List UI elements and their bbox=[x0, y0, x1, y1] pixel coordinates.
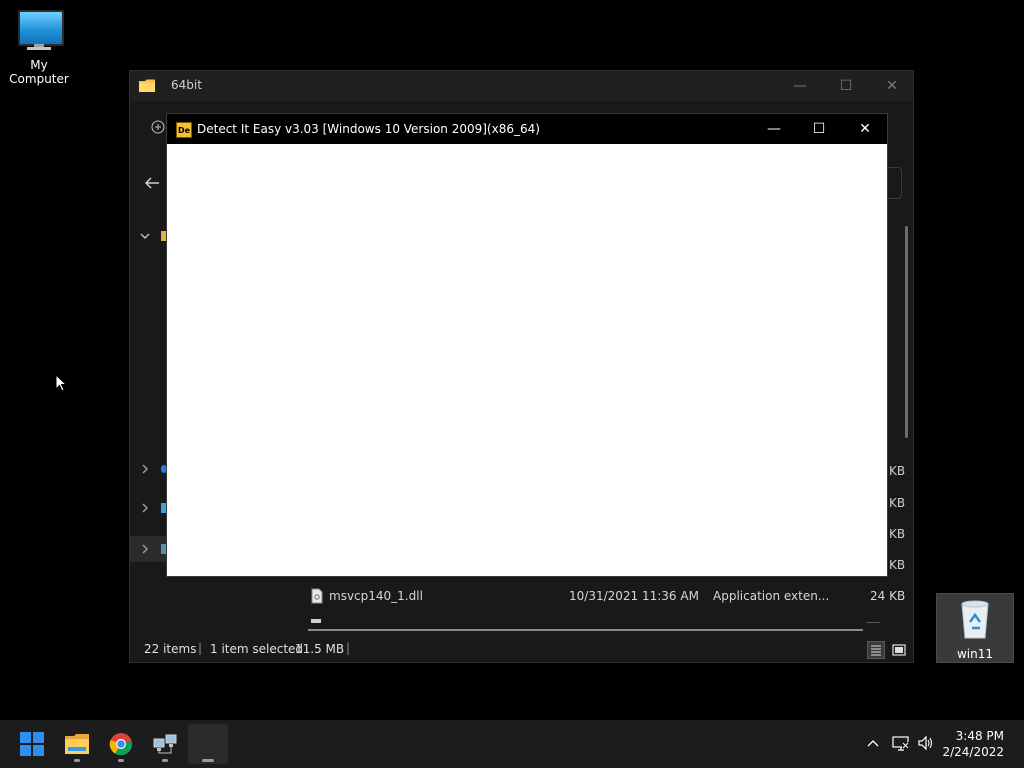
file-size: 24 KB bbox=[870, 589, 906, 603]
die-maximize-button[interactable]: ☐ bbox=[796, 114, 842, 144]
large-icons-view-icon bbox=[892, 644, 906, 656]
file-list-row[interactable]: msvcp140_1.dll 10/31/2021 11:36 AM Appli… bbox=[290, 586, 910, 608]
explorer-close-button[interactable]: ✕ bbox=[869, 71, 915, 101]
chevron-right-icon[interactable] bbox=[140, 502, 150, 514]
back-arrow-icon[interactable] bbox=[144, 176, 160, 190]
partial-size-1: KB bbox=[889, 464, 906, 478]
windows-logo-icon bbox=[20, 732, 44, 756]
chrome-icon bbox=[109, 733, 133, 756]
file-date: 10/31/2021 11:36 AM bbox=[569, 589, 699, 603]
network-computers-icon bbox=[153, 734, 177, 754]
recycle-bin-icon bbox=[961, 600, 989, 639]
taskbar-chrome[interactable] bbox=[101, 724, 141, 764]
explorer-minimize-button[interactable]: — bbox=[777, 71, 823, 101]
recycle-bin-label: win11 bbox=[956, 647, 994, 661]
my-computer-label: My Computer bbox=[9, 58, 69, 86]
die-close-button[interactable]: ✕ bbox=[842, 114, 888, 144]
horizontal-scrollbar[interactable] bbox=[308, 629, 863, 631]
die-minimize-button[interactable]: — bbox=[751, 114, 797, 144]
details-view-icon bbox=[871, 645, 881, 656]
partial-size-3: KB bbox=[889, 527, 906, 541]
taskbar-detect-it-easy[interactable] bbox=[188, 724, 228, 764]
die-window-title: Detect It Easy v3.03 [Windows 10 Version… bbox=[197, 122, 540, 136]
clock-date: 2/24/2022 bbox=[942, 745, 1004, 759]
chevron-right-icon[interactable] bbox=[140, 543, 150, 555]
taskbar-file-explorer[interactable] bbox=[57, 724, 97, 764]
sidebar-item-network[interactable] bbox=[130, 536, 167, 562]
file-type: Application exten... bbox=[713, 589, 830, 603]
die-app-icon: De bbox=[176, 122, 192, 138]
folder-icon bbox=[139, 79, 155, 92]
new-tab-icon[interactable] bbox=[151, 120, 165, 134]
die-title-bar[interactable]: De Detect It Easy v3.03 [Windows 10 Vers… bbox=[167, 114, 887, 144]
taskbar-network-app[interactable] bbox=[145, 724, 185, 764]
large-icons-view-button[interactable] bbox=[890, 641, 908, 659]
file-icon-partial bbox=[311, 619, 321, 623]
taskbar: 3:48 PM 2/24/2022 bbox=[0, 720, 1024, 768]
mouse-cursor-icon bbox=[55, 374, 67, 392]
partial-size-2: KB bbox=[889, 496, 906, 510]
chevron-down-icon[interactable] bbox=[139, 231, 151, 241]
network-status-icon[interactable] bbox=[892, 735, 910, 751]
explorer-maximize-button[interactable]: ☐ bbox=[823, 71, 869, 101]
partial-size-4: KB bbox=[889, 558, 906, 572]
taskbar-clock[interactable]: 3:48 PM 2/24/2022 bbox=[942, 728, 1004, 760]
clock-time: 3:48 PM bbox=[955, 729, 1004, 743]
status-bar: 22 items | 1 item selected 11.5 MB | bbox=[130, 638, 913, 662]
vertical-scrollbar[interactable] bbox=[905, 226, 908, 438]
start-button[interactable] bbox=[12, 724, 52, 764]
die-app-icon-text: De bbox=[177, 125, 191, 135]
status-selected: 1 item selected bbox=[210, 642, 304, 656]
monitor-icon bbox=[18, 10, 64, 46]
my-computer-desktop-icon[interactable]: My Computer bbox=[0, 0, 78, 86]
explorer-title: 64bit bbox=[171, 78, 202, 92]
show-hidden-icons-chevron-up-icon[interactable] bbox=[866, 738, 880, 748]
file-name: msvcp140_1.dll bbox=[329, 589, 423, 603]
detect-it-easy-window[interactable]: De Detect It Easy v3.03 [Windows 10 Vers… bbox=[166, 113, 888, 577]
explorer-title-bar[interactable]: 64bit — ☐ ✕ bbox=[130, 71, 913, 101]
dll-file-icon bbox=[311, 588, 323, 604]
chevron-right-icon[interactable] bbox=[140, 463, 150, 475]
volume-icon[interactable] bbox=[917, 735, 935, 751]
recycle-bin-desktop-icon[interactable]: win11 bbox=[936, 593, 1014, 663]
status-item-count: 22 items bbox=[144, 642, 197, 656]
details-view-button[interactable] bbox=[867, 641, 885, 659]
status-size: 11.5 MB bbox=[295, 642, 345, 656]
file-explorer-icon bbox=[65, 734, 89, 754]
die-content-area[interactable] bbox=[167, 144, 887, 576]
